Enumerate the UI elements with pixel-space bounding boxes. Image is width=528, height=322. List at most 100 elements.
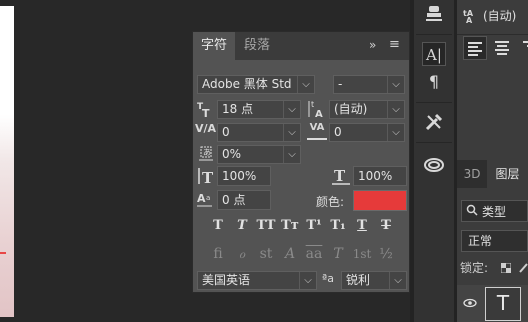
font-size-dropdown[interactable]: 18 点 ⌵ (217, 100, 301, 119)
baseline-shift-field[interactable]: 0 点 (217, 190, 271, 210)
paragraph-icon[interactable]: ¶ (422, 70, 446, 94)
font-family-dropdown[interactable]: Adobe 黑体 Std ⌵ (197, 75, 315, 94)
svg-text:あ: あ (203, 148, 211, 157)
toolbar-divider (416, 34, 452, 35)
type-style-buttons: T T TT Tт T¹ T₁ T T (207, 216, 407, 238)
language-value: 美国英语 (202, 273, 251, 287)
paragraph-glyph: ¶ (428, 72, 440, 91)
ligatures-button[interactable]: fi (207, 244, 229, 264)
tsume-value: 0% (222, 147, 242, 161)
chevron-down-icon: ⌵ (389, 272, 406, 289)
leading-icon: tA (307, 99, 327, 120)
superscript-button[interactable]: T¹ (303, 216, 325, 236)
align-right-icon[interactable] (519, 36, 528, 60)
subscript-button[interactable]: T₁ (327, 216, 349, 236)
text-color-swatch[interactable] (353, 190, 407, 211)
panel-icon-toolbar: A| ¶ (414, 0, 454, 322)
kerning-icon: V/A (195, 122, 217, 135)
layer-filter-dropdown[interactable]: 类型 (461, 200, 528, 222)
character-glyph: A| (426, 46, 442, 64)
tab-layers[interactable]: 图层 (487, 160, 528, 188)
font-family-value: Adobe 黑体 Std (202, 77, 292, 91)
all-caps-button[interactable]: TT (255, 216, 277, 236)
tab-character[interactable]: 字符 (193, 32, 235, 60)
chevron-down-icon: ⌵ (283, 124, 300, 141)
discretionary-ligatures-button[interactable]: st (255, 244, 277, 264)
leading-value: (自动) (334, 102, 368, 116)
leading-dropdown[interactable]: (自动) ⌵ (329, 100, 405, 119)
chevron-down-icon: ⌵ (299, 272, 316, 289)
filter-type-label: 类型 (482, 205, 507, 219)
toolbar-divider (416, 142, 452, 143)
tab-3d[interactable]: 3D (457, 160, 487, 188)
antialias-dropdown[interactable]: 锐利 ⌵ (341, 271, 407, 290)
toolbar-divider (416, 102, 452, 103)
svg-text:A: A (315, 109, 323, 119)
svg-text:T: T (334, 167, 346, 185)
svg-text:a: a (206, 194, 210, 202)
stylistic-alternates-button[interactable]: aa (303, 244, 325, 264)
small-caps-button[interactable]: Tт (279, 216, 301, 236)
character-panel: 字符 段落 » ≡ Adobe 黑体 Std ⌵ - ⌵ TT 18 点 ⌵ t… (192, 31, 410, 293)
layers-tabbar: 3D 图层 (457, 160, 528, 188)
chevron-down-icon: ⌵ (283, 101, 300, 118)
eye-icon[interactable] (463, 297, 477, 309)
character-panel-tabbar: 字符 段落 » ≡ (193, 32, 409, 60)
options-bar: tA A (自动) (457, 0, 528, 35)
character-panel-icon[interactable]: A| (422, 42, 446, 66)
canvas-document (0, 6, 14, 317)
contextual-alternates-button[interactable]: ℴ (231, 244, 253, 264)
tsume-dropdown[interactable]: 0% ⌵ (217, 145, 301, 164)
swash-button[interactable]: A (279, 244, 301, 264)
tools-icon[interactable] (422, 110, 446, 134)
tracking-dropdown[interactable]: 0 ⌵ (329, 123, 405, 142)
font-style-value: - (338, 77, 343, 91)
tracking-icon: VA (307, 122, 327, 140)
chevron-down-icon: ⌵ (387, 124, 404, 141)
strikethrough-button[interactable]: T (375, 216, 397, 236)
antialias-value: 锐利 (346, 273, 371, 287)
svg-text:A: A (197, 192, 206, 205)
options-font-size-dropdown[interactable]: (自动) (483, 7, 528, 25)
blend-mode-dropdown[interactable]: 正常 (461, 230, 528, 252)
svg-text:t: t (311, 100, 314, 109)
right-panel-area: tA A (自动) 3D 图层 类型 正常 锁定: T (457, 0, 528, 322)
horizontal-scale-field[interactable]: 100% (353, 166, 407, 186)
search-icon (466, 203, 478, 220)
align-left-icon[interactable] (463, 36, 487, 60)
kerning-value: 0 (222, 125, 230, 139)
underline-button[interactable]: T (351, 216, 373, 236)
vertical-scale-icon: T (196, 166, 216, 187)
font-style-dropdown[interactable]: - ⌵ (333, 75, 405, 94)
font-size-icon: tA A (463, 8, 479, 27)
faux-bold-button[interactable]: T (207, 216, 229, 236)
tab-paragraph[interactable]: 段落 (235, 32, 279, 60)
chevron-down-icon: ⌵ (387, 76, 404, 93)
baseline-shift-icon: Aa (196, 190, 216, 210)
collapse-icon[interactable]: » (369, 38, 376, 52)
canvas-red-mark (0, 252, 6, 254)
stamp-icon[interactable] (422, 2, 446, 26)
lock-brush-icon[interactable] (519, 262, 528, 273)
font-size-icon: TT (197, 100, 215, 120)
tsume-icon: あ (197, 144, 215, 162)
titling-alternates-button[interactable]: T (327, 244, 349, 264)
lock-label: 锁定: (460, 261, 489, 275)
horizontal-scale-icon: T (331, 166, 351, 186)
ordinals-button[interactable]: 1st (351, 244, 373, 264)
lock-transparent-icon[interactable] (500, 262, 512, 274)
kerning-dropdown[interactable]: 0 ⌵ (217, 123, 301, 142)
color-label: 颜色: (316, 195, 345, 209)
cloud-libraries-icon[interactable] (422, 152, 446, 176)
tracking-value: 0 (334, 125, 342, 139)
faux-italic-button[interactable]: T (231, 216, 253, 236)
chevron-down-icon: ⌵ (283, 146, 300, 163)
vertical-scale-field[interactable]: 100% (217, 166, 271, 186)
language-dropdown[interactable]: 美国英语 ⌵ (197, 271, 317, 290)
fractions-button[interactable]: ½ (375, 244, 397, 264)
align-center-icon[interactable] (491, 36, 515, 60)
layer-row[interactable]: T (457, 285, 528, 322)
panel-menu-icon[interactable]: ≡ (389, 37, 400, 52)
antialias-icon: ªa (322, 272, 334, 285)
font-size-value: 18 点 (222, 102, 254, 116)
